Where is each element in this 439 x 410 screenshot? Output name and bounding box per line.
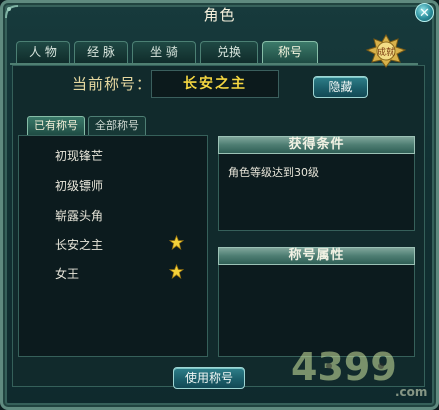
tab-meridians[interactable]: 经 脉 — [74, 41, 128, 63]
svg-text:.com: .com — [395, 385, 427, 399]
tab-character[interactable]: 人 物 — [16, 41, 70, 63]
title-name: 女王 — [55, 267, 80, 281]
list-item[interactable]: 长安之主 — [55, 235, 184, 253]
current-title-label: 当前称号： — [72, 75, 153, 93]
tab-exchange[interactable]: 兑换 — [200, 41, 258, 63]
star-icon — [169, 235, 184, 250]
conditions-header: 获得条件 — [218, 136, 415, 154]
title-name: 初现锋芒 — [55, 149, 104, 163]
conditions-text: 角色等级达到30级 — [228, 166, 319, 179]
hide-title-button[interactable]: 隐藏 — [313, 76, 368, 98]
star-icon — [169, 264, 184, 279]
tab-title[interactable]: 称号 — [262, 41, 318, 63]
title-name: 长安之主 — [55, 238, 104, 252]
attributes-header: 称号属性 — [218, 247, 415, 265]
tab-owned-titles[interactable]: 已有称号 — [27, 116, 85, 135]
list-item[interactable]: 女王 — [55, 264, 184, 282]
achievement-badge-icon[interactable]: 成就 — [364, 33, 408, 69]
current-title-value: 长安之主 — [151, 70, 279, 98]
title-name: 初级镖师 — [55, 179, 104, 193]
use-title-button[interactable]: 使用称号 — [173, 367, 245, 389]
title-name: 崭露头角 — [55, 209, 104, 223]
window-title: 角色 — [203, 6, 236, 24]
site-watermark-logo: 4399 .com — [291, 345, 427, 399]
list-item[interactable]: 初现锋芒 — [55, 147, 103, 164]
list-item[interactable]: 初级镖师 — [55, 177, 103, 194]
tab-divider — [10, 63, 418, 65]
tab-mount[interactable]: 坐 骑 — [132, 41, 196, 63]
svg-text:成就: 成就 — [377, 46, 395, 58]
close-button[interactable]: ✕ — [415, 3, 434, 22]
list-item[interactable]: 崭露头角 — [55, 207, 103, 224]
title-list: 初现锋芒 初级镖师 崭露头角 长安之主 女王 — [18, 135, 208, 357]
tab-all-titles[interactable]: 全部称号 — [88, 116, 146, 135]
